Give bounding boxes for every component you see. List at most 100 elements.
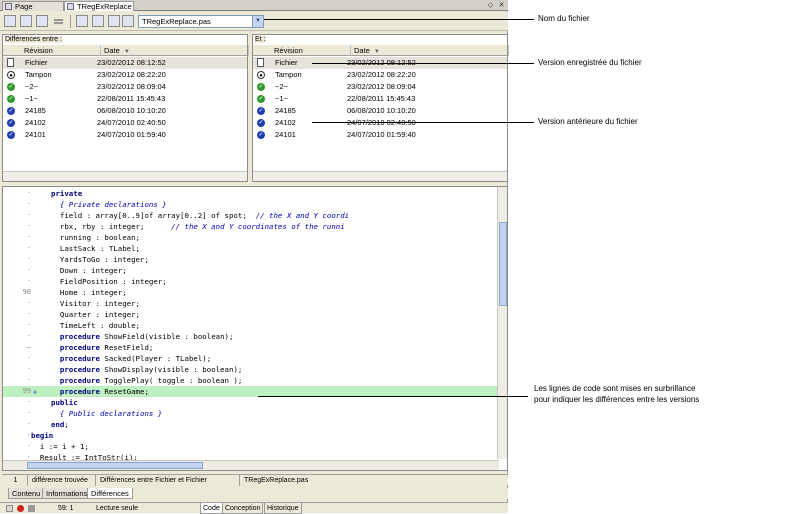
revert-icon[interactable] <box>4 15 16 27</box>
filter-icon[interactable] <box>52 15 64 27</box>
code-line[interactable]: · TimeLeft : double; <box>3 320 499 331</box>
hscroll-thumb[interactable] <box>27 462 203 469</box>
revision-row[interactable]: ✓ 24101 24/07/2010 01:59:40 <box>253 129 507 141</box>
green-revision-icon: ✓ <box>257 83 265 91</box>
chevron-down-icon[interactable]: ▼ <box>252 16 263 27</box>
col-revision-header[interactable]: Révision <box>271 45 351 56</box>
left-hscrollbar[interactable] <box>3 171 247 181</box>
revision-row[interactable]: ✓ ~2~ 23/02/2012 08:09:04 <box>3 81 247 93</box>
revision-row[interactable]: ✓ ~1~ 22/08/2011 15:45:43 <box>3 93 247 105</box>
code-text: i := i + 1; <box>31 441 89 452</box>
leader-line-previous-version <box>312 122 534 123</box>
tab-differences[interactable]: Différences <box>87 488 133 499</box>
stop-icon[interactable] <box>28 505 35 512</box>
code-text: Visitor : integer; <box>51 298 140 309</box>
code-line[interactable]: · LastSack : TLabel; <box>3 243 499 254</box>
editor-vscrollbar[interactable] <box>497 187 507 459</box>
code-body: TogglePlay( toggle : boolean ); <box>99 376 243 385</box>
code-keyword: procedure <box>51 365 100 374</box>
code-line[interactable]: · { Public declarations } <box>3 408 499 419</box>
code-line[interactable]: · procedure Sacked(Player : TLabel); <box>3 353 499 364</box>
page-icon <box>257 58 264 67</box>
code-editor[interactable]: · private · { Private declarations } · fiel… <box>2 186 508 471</box>
revision-row[interactable]: Fichier 23/02/2012 08:12:52 <box>3 57 247 69</box>
tab-welcome-page[interactable]: Page d'accueil <box>2 1 64 21</box>
eye-icon: ● <box>7 71 15 79</box>
code-text: procedure ResetField; <box>51 342 153 353</box>
diff-between-label: Différences entre Fichier et Fichier <box>98 475 240 486</box>
compare-icon[interactable] <box>108 15 120 27</box>
code-line[interactable]: · i := i + 1; <box>3 441 499 452</box>
col-date-header[interactable]: Date ▼ <box>351 45 509 56</box>
revision-row[interactable]: ✓ 24102 24/07/2010 02:40:50 <box>253 117 507 129</box>
revision-cell: ~2~ <box>275 82 288 91</box>
line-number: 90 <box>22 288 31 296</box>
code-comment: // the X and Y coordi <box>255 211 350 220</box>
next-diff-icon[interactable] <box>92 15 104 27</box>
tab-tregexreplace[interactable]: TRegExReplace <box>64 1 134 11</box>
line-number: · <box>26 431 31 439</box>
code-line[interactable]: · field : array[0..9]of array[0..2] of s… <box>3 210 499 221</box>
green-revision-icon: ✓ <box>7 95 15 103</box>
col-revision-header[interactable]: Révision <box>21 45 101 56</box>
sync-icon[interactable] <box>122 15 134 27</box>
tab-historique[interactable]: Historique <box>264 503 302 514</box>
revision-row[interactable]: ✓ ~1~ 22/08/2011 15:45:43 <box>253 93 507 105</box>
code-line[interactable]: · running : boolean; <box>3 232 499 243</box>
code-line[interactable]: · begin <box>3 430 499 441</box>
revision-row[interactable]: ✓ 24185 06/08/2010 10:10:20 <box>3 105 247 117</box>
revision-row[interactable]: ✓ ~2~ 23/02/2012 08:09:04 <box>253 81 507 93</box>
code-line[interactable]: · procedure ShowDisplay(visible : boolea… <box>3 364 499 375</box>
revision-row[interactable]: ✓ 24185 06/08/2010 10:10:20 <box>253 105 507 117</box>
tab-code[interactable]: Code <box>200 503 223 514</box>
code-line[interactable]: · rbx, rby : integer; // the X and Y coo… <box>3 221 499 232</box>
code-line[interactable]: · end; <box>3 419 499 430</box>
code-line[interactable]: – procedure ResetField; <box>3 342 499 353</box>
line-number: · <box>26 189 31 197</box>
code-line[interactable]: · Down : integer; <box>3 265 499 276</box>
previous-diff-icon[interactable] <box>76 15 88 27</box>
file-combo[interactable]: TRegExReplace.pas ▼ <box>138 15 264 28</box>
code-line[interactable]: · public <box>3 397 499 408</box>
right-hscrollbar[interactable] <box>253 171 507 181</box>
vscroll-thumb[interactable] <box>499 222 507 306</box>
dock-icon[interactable]: ◇ <box>486 1 495 9</box>
diff-found-label: différence trouvée <box>30 475 96 486</box>
code-body: ShowDisplay(visible : boolean); <box>99 365 243 374</box>
code-line[interactable]: · procedure TogglePlay( toggle : boolean… <box>3 375 499 386</box>
diff-status-bar: 1 différence trouvée Différences entre F… <box>2 474 508 486</box>
code-line[interactable]: · Visitor : integer; <box>3 298 499 309</box>
code-comment: // the X and Y coordinates of the runni <box>171 222 345 231</box>
revision-row[interactable]: ✓ 24101 24/07/2010 01:59:40 <box>3 129 247 141</box>
code-line[interactable]: 90 Home : integer; <box>3 287 499 298</box>
tab-conception[interactable]: Conception <box>222 503 264 514</box>
diff-plus-icon[interactable]: ✚ <box>33 386 37 397</box>
close-icon[interactable]: ✕ <box>497 1 506 9</box>
revision-cell: 24185 <box>25 106 46 115</box>
code-line[interactable]: · YardsToGo : integer; <box>3 254 499 265</box>
copy-icon[interactable] <box>20 15 32 27</box>
line-number: · <box>26 277 31 285</box>
editor-hscrollbar[interactable] <box>3 460 499 470</box>
code-line[interactable]: · FieldPosition : integer; <box>3 276 499 287</box>
code-keyword: private <box>51 189 83 198</box>
revision-row[interactable]: ● Tampon 23/02/2012 08:22:20 <box>253 69 507 81</box>
date-cell: 23/02/2012 08:09:04 <box>347 82 416 91</box>
record-icon[interactable] <box>17 505 24 512</box>
editor-tab-bar: Page d'accueil TRegExReplace ◇ ✕ <box>0 0 508 21</box>
save-icon[interactable] <box>36 15 48 27</box>
tab-informations[interactable]: Informations <box>42 488 92 499</box>
code-text: { Public declarations } <box>51 408 162 419</box>
col-date-header[interactable]: Date ▼ <box>101 45 249 56</box>
code-text: Quarter : integer; <box>51 309 140 320</box>
revision-row[interactable]: ● Tampon 23/02/2012 08:22:20 <box>3 69 247 81</box>
code-line[interactable]: · Quarter : integer; <box>3 309 499 320</box>
code-line[interactable]: · procedure ShowField(visible : boolean)… <box>3 331 499 342</box>
revision-row[interactable]: ✓ 24102 24/07/2010 02:40:50 <box>3 117 247 129</box>
code-line[interactable]: · { Private declarations } <box>3 199 499 210</box>
code-line[interactable]: · private <box>3 188 499 199</box>
blue-check-icon: ✓ <box>257 119 265 127</box>
line-number: 99 <box>22 387 31 395</box>
code-comment: { Private declarations } <box>59 200 167 209</box>
tab-contenu[interactable]: Contenu <box>8 488 45 499</box>
